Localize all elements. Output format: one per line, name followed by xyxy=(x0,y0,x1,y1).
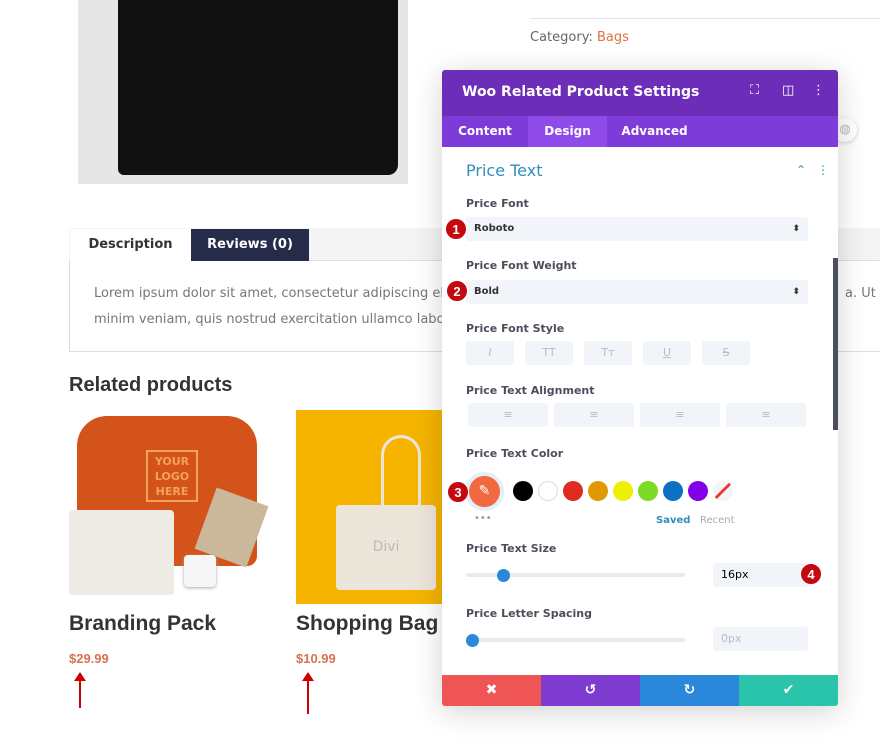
strikethrough-button[interactable]: S xyxy=(702,341,750,365)
cancel-button[interactable]: ✖ xyxy=(442,675,541,706)
underline-button[interactable]: U xyxy=(643,341,691,365)
price-font-weight-label: Price Font Weight xyxy=(466,259,577,272)
chevron-up-icon[interactable]: ⌃ xyxy=(796,163,806,177)
tab-advanced[interactable]: Advanced xyxy=(607,116,702,147)
description-text-line2: minim veniam, quis nostrud exercitation … xyxy=(94,312,473,327)
product-title[interactable]: Branding Pack xyxy=(69,612,216,636)
category-link[interactable]: Bags xyxy=(597,30,629,45)
annotation-arrow-icon xyxy=(302,672,314,714)
product-title[interactable]: Shopping Bag xyxy=(296,612,438,636)
color-swatch-yellow[interactable] xyxy=(613,481,633,501)
color-swatch-white[interactable] xyxy=(538,481,558,501)
undo-button[interactable]: ↺ xyxy=(541,675,640,706)
price-text-alignment-label: Price Text Alignment xyxy=(466,384,595,397)
select-arrows-icon: ⬍ xyxy=(792,224,800,234)
description-text-line1-right: a. Ut en xyxy=(845,286,880,301)
product-price: $29.99 xyxy=(69,651,109,666)
scrollbar[interactable] xyxy=(833,258,838,430)
color-swatch-black[interactable] xyxy=(513,481,533,501)
price-font-label: Price Font xyxy=(466,197,529,210)
description-text-line1: Lorem ipsum dolor sit amet, consectetur … xyxy=(94,286,476,301)
price-letter-spacing-slider[interactable] xyxy=(466,638,685,642)
price-text-size-input[interactable]: 16px xyxy=(713,563,808,587)
panel-title: Woo Related Product Settings xyxy=(462,84,700,100)
tab-design[interactable]: Design xyxy=(528,116,607,147)
mug-shape xyxy=(184,555,216,587)
color-swatch-none[interactable] xyxy=(713,481,733,501)
price-letter-spacing-input[interactable]: 0px xyxy=(713,627,808,651)
color-swatch-purple[interactable] xyxy=(688,481,708,501)
screenshot-icon[interactable]: ⛶ xyxy=(750,83,759,98)
bag-handle xyxy=(381,435,421,510)
uppercase-button[interactable]: TT xyxy=(525,341,573,365)
italic-button[interactable]: I xyxy=(466,341,514,365)
bag-shape: Divi xyxy=(336,505,436,590)
color-swatch-orange[interactable] xyxy=(588,481,608,501)
slider-handle[interactable] xyxy=(466,634,479,647)
section-title[interactable]: Price Text xyxy=(466,161,542,180)
annotation-arrow-icon xyxy=(74,672,86,708)
logo-placeholder: YOUR LOGO HERE xyxy=(146,450,198,502)
tote-bag-shape xyxy=(69,510,174,595)
tab-reviews[interactable]: Reviews (0) xyxy=(191,229,309,261)
product-price: $10.99 xyxy=(296,651,336,666)
save-button[interactable]: ✔ xyxy=(739,675,838,706)
saved-colors-tab[interactable]: Saved xyxy=(656,515,690,526)
annotation-badge: 2 xyxy=(446,280,468,302)
section-more-icon[interactable]: ⋮ xyxy=(817,163,829,177)
sidebar-toggle-icon[interactable]: ◫ xyxy=(782,83,794,98)
tab-content[interactable]: Content xyxy=(442,116,528,147)
price-text-color-label: Price Text Color xyxy=(466,447,564,460)
recent-colors-tab[interactable]: Recent xyxy=(700,515,735,526)
more-options-icon[interactable]: ⋮ xyxy=(812,83,825,98)
annotation-badge: 4 xyxy=(800,563,822,585)
price-letter-spacing-label: Price Letter Spacing xyxy=(466,607,592,620)
price-font-value: Roboto xyxy=(474,223,515,234)
redo-button[interactable]: ↻ xyxy=(640,675,739,706)
panel-header: Woo Related Product Settings ⛶ ◫ ⋮ xyxy=(442,70,838,116)
annotation-badge: 3 xyxy=(447,481,469,503)
color-swatch-green[interactable] xyxy=(638,481,658,501)
tab-description[interactable]: Description xyxy=(70,229,191,261)
related-products-title: Related products xyxy=(69,374,233,396)
panel-tabs: Content Design Advanced xyxy=(442,116,838,147)
capitalize-button[interactable]: Tт xyxy=(584,341,632,365)
annotation-badge: 1 xyxy=(445,218,467,240)
align-center-button[interactable]: ≡ xyxy=(554,403,634,427)
product-image-branding-pack[interactable]: YOUR LOGO HERE xyxy=(69,410,269,604)
product-image-shirt xyxy=(118,0,398,175)
align-justify-button[interactable]: ≡ xyxy=(726,403,806,427)
slider-handle[interactable] xyxy=(497,569,511,582)
eyedropper-icon[interactable]: ✎ xyxy=(469,476,500,507)
price-font-select[interactable]: Roboto ⬍ xyxy=(466,217,808,241)
price-text-size-label: Price Text Size xyxy=(466,542,557,555)
category-label: Category: xyxy=(530,30,593,45)
price-font-weight-value: Bold xyxy=(474,286,500,297)
product-category: Category: Bags xyxy=(530,30,629,45)
align-right-button[interactable]: ≡ xyxy=(640,403,720,427)
divider xyxy=(530,18,880,19)
price-font-weight-select[interactable]: Bold ⬍ xyxy=(466,280,808,304)
color-swatch-red[interactable] xyxy=(563,481,583,501)
product-image-shopping-bag[interactable]: Divi xyxy=(296,410,442,604)
color-swatch-blue[interactable] xyxy=(663,481,683,501)
select-arrows-icon: ⬍ xyxy=(792,287,800,297)
settings-panel: Woo Related Product Settings ⛶ ◫ ⋮ Conte… xyxy=(442,70,838,706)
price-font-style-label: Price Font Style xyxy=(466,322,565,335)
more-colors-icon[interactable]: ••• xyxy=(474,513,492,524)
align-left-button[interactable]: ≡ xyxy=(468,403,548,427)
